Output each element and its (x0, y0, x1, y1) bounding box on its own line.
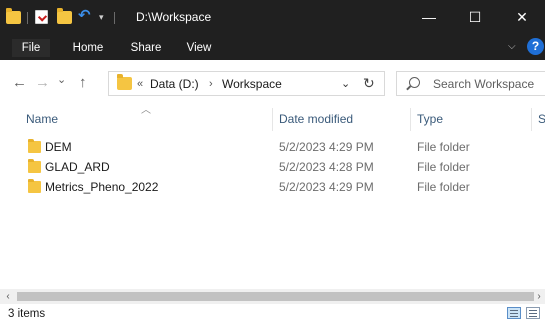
large-icons-view-icon[interactable] (526, 307, 540, 319)
ribbon: File Home Share View ⌵ ? (0, 34, 545, 60)
folder-icon (28, 139, 41, 153)
tab-view[interactable]: View (183, 39, 215, 57)
refresh-icon[interactable]: ↻ (363, 75, 375, 91)
undo-icon[interactable]: ↶ (78, 8, 91, 24)
column-header-size[interactable]: Si (538, 112, 545, 126)
minimize-button[interactable]: — (406, 0, 452, 34)
breadcrumb-overflow[interactable]: « (137, 77, 143, 91)
file-row[interactable]: DEM 5/2/2023 4:29 PM File folder (24, 137, 545, 157)
breadcrumb-data-drive[interactable]: Data (D:) (150, 77, 199, 91)
help-icon[interactable]: ? (527, 38, 544, 55)
column-header-type[interactable]: Type (417, 112, 443, 126)
details-view-icon[interactable] (507, 307, 521, 319)
recent-locations-chevron-icon[interactable]: ⌄ (57, 71, 66, 89)
column-divider[interactable] (531, 108, 532, 131)
navigation-bar: ← → ⌄ ↑ « Data (D:) › Workspace ⌄ ↻ (0, 60, 545, 106)
scroll-left-icon[interactable]: ‹ (2, 289, 14, 304)
customize-quick-access-icon[interactable]: ▾ (99, 9, 104, 25)
folder-icon (117, 74, 132, 90)
expand-ribbon-chevron-icon[interactable]: ⌵ (508, 39, 516, 55)
breadcrumb-workspace[interactable]: Workspace (222, 77, 282, 91)
file-name: Metrics_Pheno_2022 (45, 180, 159, 194)
new-folder-icon[interactable] (57, 8, 72, 24)
file-type: File folder (417, 160, 470, 174)
scrollbar-thumb[interactable] (17, 292, 534, 301)
scroll-right-icon[interactable]: › (533, 289, 545, 304)
sort-ascending-icon: ︿ (141, 105, 151, 116)
forward-arrow-icon[interactable]: → (35, 74, 50, 92)
column-divider[interactable] (272, 108, 273, 131)
folder-icon (6, 8, 21, 24)
column-header-date-modified[interactable]: Date modified (279, 112, 353, 126)
file-date-modified: 5/2/2023 4:29 PM (279, 140, 374, 154)
status-bar: 3 items (0, 304, 545, 323)
column-divider[interactable] (410, 108, 411, 131)
address-dropdown-icon[interactable]: ⌄ (341, 76, 350, 92)
file-type: File folder (417, 180, 470, 194)
properties-icon[interactable] (35, 10, 48, 24)
window-title: D:\Workspace (136, 10, 212, 24)
file-date-modified: 5/2/2023 4:28 PM (279, 160, 374, 174)
column-headers: ︿ Name Date modified Type Si (0, 106, 545, 131)
horizontal-scrollbar[interactable]: ‹ › (0, 289, 545, 304)
title-separator (27, 12, 28, 24)
file-date-modified: 5/2/2023 4:29 PM (279, 180, 374, 194)
tab-share[interactable]: Share (127, 39, 165, 57)
search-box[interactable] (396, 71, 545, 96)
search-input[interactable] (433, 72, 545, 95)
search-icon (409, 77, 420, 88)
tab-home[interactable]: Home (70, 39, 106, 57)
up-arrow-icon[interactable]: ↑ (79, 74, 87, 92)
maximize-button[interactable]: ☐ (452, 0, 498, 34)
file-name: DEM (45, 140, 72, 154)
item-count: 3 items (8, 308, 46, 320)
file-name: GLAD_ARD (45, 160, 110, 174)
file-type: File folder (417, 140, 470, 154)
breadcrumb-separator: › (209, 78, 213, 90)
file-row[interactable]: GLAD_ARD 5/2/2023 4:28 PM File folder (24, 157, 545, 177)
tab-file[interactable]: File (12, 39, 50, 57)
folder-icon (28, 159, 41, 173)
back-arrow-icon[interactable]: ← (12, 74, 27, 92)
file-row[interactable]: Metrics_Pheno_2022 5/2/2023 4:29 PM File… (24, 177, 545, 197)
close-button[interactable]: ✕ (499, 0, 545, 34)
folder-icon (28, 179, 41, 193)
title-separator (114, 12, 115, 24)
column-header-name[interactable]: Name (26, 112, 58, 126)
address-bar[interactable]: « Data (D:) › Workspace ⌄ ↻ (108, 71, 385, 96)
title-bar: ↶ ▾ D:\Workspace — ☐ ✕ (0, 0, 545, 34)
